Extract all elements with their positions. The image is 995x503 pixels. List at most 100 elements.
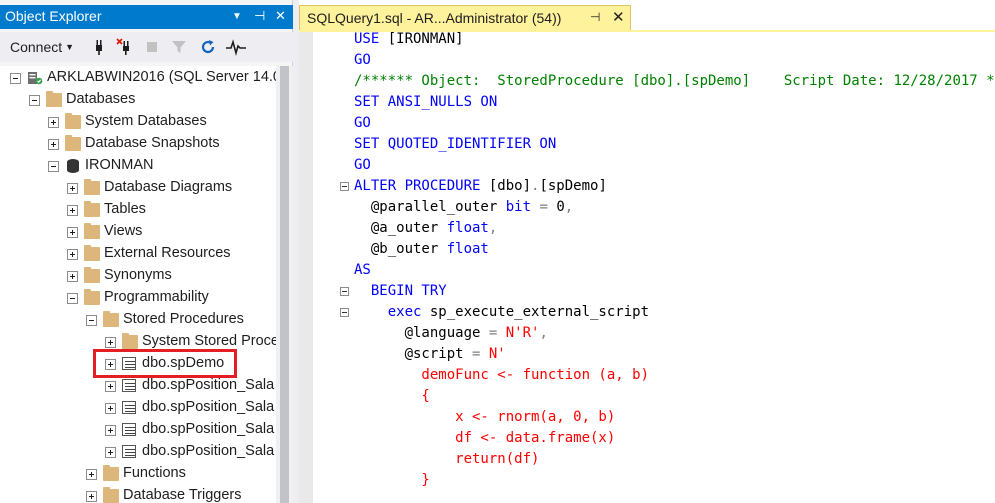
expand-icon[interactable]	[86, 469, 97, 480]
close-icon[interactable]: ✕	[275, 8, 286, 24]
tree-node[interactable]: dbo.spPosition_Sala	[0, 441, 276, 463]
collapse-icon[interactable]	[48, 161, 59, 172]
tab-sqlquery1[interactable]: SQLQuery1.sql - AR...Administrator (54))…	[299, 5, 631, 30]
disconnect-plug-icon[interactable]	[116, 38, 134, 56]
tree-node[interactable]: Databases	[0, 89, 276, 111]
code-line: USE [IRONMAN]	[354, 32, 464, 50]
expand-icon[interactable]	[67, 271, 78, 282]
tree-node[interactable]: Synonyms	[0, 265, 276, 287]
expand-icon[interactable]	[67, 183, 78, 194]
code-token: =	[488, 325, 506, 341]
filter-icon[interactable]	[170, 38, 188, 56]
tree-node-label: dbo.spPosition_Sala	[142, 377, 275, 393]
code-line: exec sp_execute_external_script	[354, 302, 649, 323]
chevron-down-icon: ▼	[65, 42, 75, 52]
tree-node[interactable]: IRONMAN	[0, 155, 276, 177]
code-token: =	[531, 199, 557, 215]
expand-icon[interactable]	[48, 117, 59, 128]
folder-icon	[65, 135, 81, 151]
tree-node-label: Stored Procedures	[123, 311, 244, 327]
tree-node[interactable]: dbo.spPosition_Sala	[0, 419, 276, 441]
tree-node-label: System Databases	[85, 113, 207, 129]
tree-node[interactable]: Database Diagrams	[0, 177, 276, 199]
code-token: ALTER PROCEDURE	[354, 178, 489, 194]
code-line: return(df)	[354, 449, 539, 470]
expand-icon[interactable]	[105, 425, 116, 436]
code-token: demoFunc <- function (a, b)	[354, 367, 650, 383]
code-token: SET ANSI_NULLS ON	[354, 94, 498, 110]
tree-node[interactable]: Programmability	[0, 287, 276, 309]
tree-node[interactable]: Tables	[0, 199, 276, 221]
code-line: @language = N'R',	[354, 323, 548, 344]
folder-icon	[65, 113, 81, 129]
fold-toggle-icon[interactable]	[340, 182, 349, 191]
expand-icon[interactable]	[67, 205, 78, 216]
tree-node[interactable]: dbo.spPosition_Sala	[0, 375, 276, 397]
tree-node-label: Database Snapshots	[85, 135, 220, 151]
code-token: float	[446, 220, 489, 236]
expand-icon[interactable]	[67, 249, 78, 260]
query-editor: SQLQuery1.sql - AR...Administrator (54))…	[299, 0, 995, 503]
tree-node[interactable]: Database Triggers	[0, 485, 276, 503]
expand-icon[interactable]	[48, 139, 59, 150]
stored-procedure-icon	[122, 445, 136, 458]
folder-icon	[84, 289, 100, 305]
object-explorer-panel: Object Explorer ▼ ⊣ ✕ Connect ▼ ARKLABWIN…	[0, 0, 293, 503]
tree-node[interactable]: ARKLABWIN2016 (SQL Server 14.0	[0, 67, 276, 89]
tree-node[interactable]: External Resources	[0, 243, 276, 265]
tree-vertical-scrollbar[interactable]	[276, 66, 293, 503]
expand-icon[interactable]	[67, 227, 78, 238]
tree-node-label: Functions	[123, 465, 186, 481]
window-position-dropdown-icon[interactable]: ▼	[232, 11, 242, 22]
tree-node[interactable]: Database Snapshots	[0, 133, 276, 155]
code-line: SET ANSI_NULLS ON	[354, 92, 497, 113]
code-line: AS	[354, 260, 371, 281]
code-token: @parallel_outer	[354, 199, 506, 215]
tree-node-label: dbo.spPosition_Sala	[142, 421, 275, 437]
close-tab-icon[interactable]: ✕	[612, 8, 625, 26]
code-token: [IRONMAN]	[387, 32, 464, 47]
fold-toggle-icon[interactable]	[340, 287, 349, 296]
expand-icon[interactable]	[105, 403, 116, 414]
connect-button[interactable]: Connect ▼	[10, 39, 74, 55]
code-area[interactable]: USE [IRONMAN] GO /****** Object: StoredPro…	[313, 32, 995, 503]
folder-icon	[46, 91, 62, 107]
tree-node-label: Tables	[104, 201, 146, 217]
code-token: /****** Object: StoredProcedure [dbo].[s…	[354, 73, 995, 89]
expand-icon[interactable]	[105, 337, 116, 348]
object-explorer-tree: ARKLABWIN2016 (SQL Server 14.0 Databases S…	[0, 66, 276, 503]
auto-hide-pin-icon[interactable]: ⊣	[254, 8, 265, 24]
activity-monitor-icon[interactable]	[225, 38, 247, 56]
tree-node[interactable]: Views	[0, 221, 276, 243]
code-token: exec	[354, 304, 430, 320]
fold-toggle-icon[interactable]	[340, 308, 349, 317]
connect-plug-icon[interactable]	[90, 38, 108, 56]
collapse-icon[interactable]	[67, 293, 78, 304]
stored-procedure-icon	[122, 401, 136, 414]
code-token: [dbo]	[488, 178, 532, 194]
collapse-icon[interactable]	[10, 73, 21, 84]
code-token: bit	[505, 199, 532, 215]
code-token: [spDemo]	[539, 178, 607, 194]
code-token: GO	[354, 52, 371, 68]
tree-node[interactable]: dbo.spPosition_Sala	[0, 397, 276, 419]
code-line	[354, 491, 455, 503]
highlight-box	[93, 349, 237, 378]
scrollbar-thumb[interactable]	[280, 66, 289, 503]
code-line: @parallel_outer bit = 0,	[354, 197, 573, 218]
code-line: BEGIN TRY	[354, 281, 447, 302]
pin-tab-icon[interactable]: ⊣	[590, 10, 600, 24]
collapse-icon[interactable]	[29, 95, 40, 106]
tree-node-label: External Resources	[104, 245, 231, 261]
collapse-icon[interactable]	[86, 315, 97, 326]
stop-icon[interactable]	[143, 38, 161, 56]
expand-icon[interactable]	[105, 381, 116, 392]
object-explorer-title: Object Explorer	[5, 8, 102, 24]
expand-icon[interactable]	[105, 447, 116, 458]
tree-node[interactable]: Functions	[0, 463, 276, 485]
expand-icon[interactable]	[86, 491, 97, 502]
tree-node[interactable]: System Databases	[0, 111, 276, 133]
tree-node[interactable]: Stored Procedures	[0, 309, 276, 331]
refresh-icon[interactable]	[199, 38, 217, 56]
